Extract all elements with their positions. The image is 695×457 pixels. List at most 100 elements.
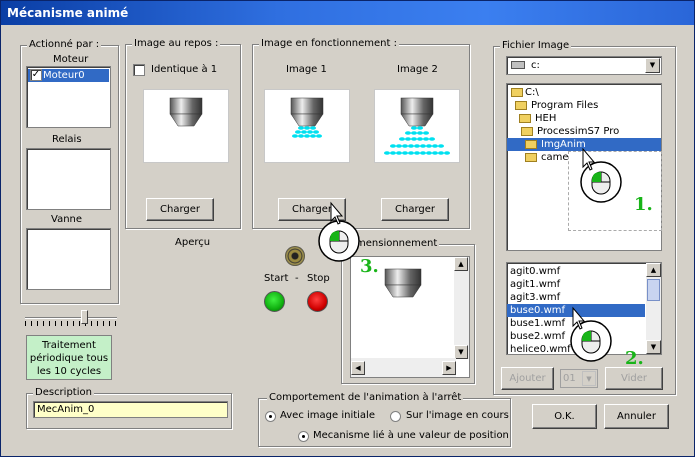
scroll-down-icon[interactable]: ▼ [646,340,661,354]
folder-label: came [541,152,569,163]
nozzle-spray-large-image [384,97,450,155]
scroll-right-icon[interactable]: ▶ [442,361,456,375]
folder-closed-icon [525,153,537,162]
annuler-button[interactable]: Annuler [604,404,669,429]
vanne-label: Vanne [51,214,83,225]
drive-value: c: [531,60,540,71]
scroll-up-icon[interactable]: ▲ [454,257,468,271]
mouse-cursor-icon [580,147,622,203]
folder-open-icon [525,140,537,149]
image1-preview [264,89,350,163]
drive-select[interactable]: c: ▼ [506,56,662,75]
periodic-line2: périodique tous [29,353,109,364]
start-button[interactable] [264,291,285,312]
stop-label: Stop [307,273,330,284]
image2-charger-label: Charger [395,204,435,215]
annuler-label: Annuler [617,411,656,422]
vider-label: Vider [620,373,647,384]
image1-label: Image 1 [286,64,327,75]
ok-button[interactable]: O.K. [532,404,597,429]
moteur0-label: Moteur0 [43,70,85,81]
title-bar: Mécanisme animé [1,1,694,25]
relais-label: Relais [52,134,82,145]
ajouter-label: Ajouter [509,373,546,384]
radio-image-en-cours-label: Sur l'image en cours [406,410,509,421]
periodic-line3: les 10 cycles [36,366,102,377]
identique-checkbox[interactable] [133,64,145,76]
drive-icon [511,61,525,69]
count-select[interactable]: 01 ▼ [560,369,598,388]
ok-label: O.K. [554,411,575,422]
fonctionnement-title: Image en fonctionnement : [259,38,399,49]
periodic-info: Traitement périodique tous les 10 cycles [26,335,112,380]
scroll-thumb[interactable] [647,279,660,301]
description-label: Description [33,387,94,398]
ajouter-button[interactable]: Ajouter [501,367,554,390]
nozzle-image [169,97,203,127]
file-item[interactable]: agit0.wmf [507,265,661,278]
moteur-list[interactable]: ✓ Moteur0 [26,66,111,128]
stop-button[interactable] [307,291,328,312]
folder-item[interactable]: HEH [507,112,661,125]
repos-preview [143,89,229,163]
repos-charger-button[interactable]: Charger [146,198,214,221]
radio-image-initiale[interactable] [265,411,276,422]
file-list-vscroll[interactable]: ▲ ▼ [646,263,661,354]
chevron-down-icon[interactable]: ▼ [582,371,596,386]
folder-label: HEH [535,113,557,124]
folder-open-icon [511,88,523,97]
radio-valeur-position-label: Mecanisme lié à une valeur de position [313,430,509,441]
image2-label: Image 2 [397,64,438,75]
description-input[interactable]: MecAnim_0 [33,401,228,418]
periodic-line1: Traitement [42,340,96,351]
description-value: MecAnim_0 [37,404,95,415]
chevron-down-icon[interactable]: ▼ [645,58,660,73]
step1-number: 1. [634,194,653,215]
dimension-hscroll[interactable]: ◀ ▶ [351,358,456,377]
slider-ticks [25,321,117,326]
vanne-list[interactable] [26,228,111,290]
repos-title: Image au repos : [132,38,221,49]
file-item[interactable]: agit3.wmf [507,291,661,304]
step2-number: 2. [625,348,644,369]
folder-label: Program Files [531,100,599,111]
period-slider-track[interactable] [25,317,117,319]
folder-open-icon [521,127,533,136]
folder-item[interactable]: Program Files [507,99,661,112]
list-item[interactable]: ✓ Moteur0 [28,69,109,82]
vider-button[interactable]: Vider [605,367,663,390]
folder-item[interactable]: ProcessimS7 Pro [507,125,661,138]
folder-label: ProcessimS7 Pro [537,126,620,137]
count-value: 01 [563,373,576,384]
dimension-title: mensionnement [354,238,440,249]
folder-item[interactable]: C:\ [507,86,661,99]
moteur0-checkbox[interactable]: ✓ [30,69,42,81]
folder-open-icon [515,101,527,110]
dimension-vscroll[interactable]: ▲ ▼ [454,257,469,359]
scroll-up-icon[interactable]: ▲ [646,263,661,277]
image2-charger-button[interactable]: Charger [381,198,449,221]
actionne-title: Actionné par : [27,39,102,50]
folder-open-icon [519,114,531,123]
animation-indicator [285,246,305,266]
image2-preview [374,89,460,163]
radio-image-en-cours[interactable] [390,411,401,422]
relais-list[interactable] [26,148,111,210]
dialog-window: Mécanisme animé Actionné par : Moteur ✓ … [0,0,695,457]
comportement-title: Comportement de l'animation à l'arrêt [267,392,464,403]
radio-valeur-position[interactable] [298,431,309,442]
dash-label: - [295,273,299,284]
mouse-cursor-icon [318,201,360,262]
moteur-label: Moteur [53,54,89,65]
start-label: Start [264,273,289,284]
nozzle-spray-small-image [290,97,324,138]
scroll-left-icon[interactable]: ◀ [351,361,365,375]
slider-thumb[interactable] [81,310,88,324]
scroll-down-icon[interactable]: ▼ [454,345,468,359]
fichier-title: Fichier Image [500,40,572,51]
radio-image-initiale-label: Avec image initiale [280,410,375,421]
apercu-label: Aperçu [175,237,211,248]
file-item[interactable]: agit1.wmf [507,278,661,291]
identique-label: Identique à 1 [151,64,218,75]
repos-charger-label: Charger [160,204,200,215]
